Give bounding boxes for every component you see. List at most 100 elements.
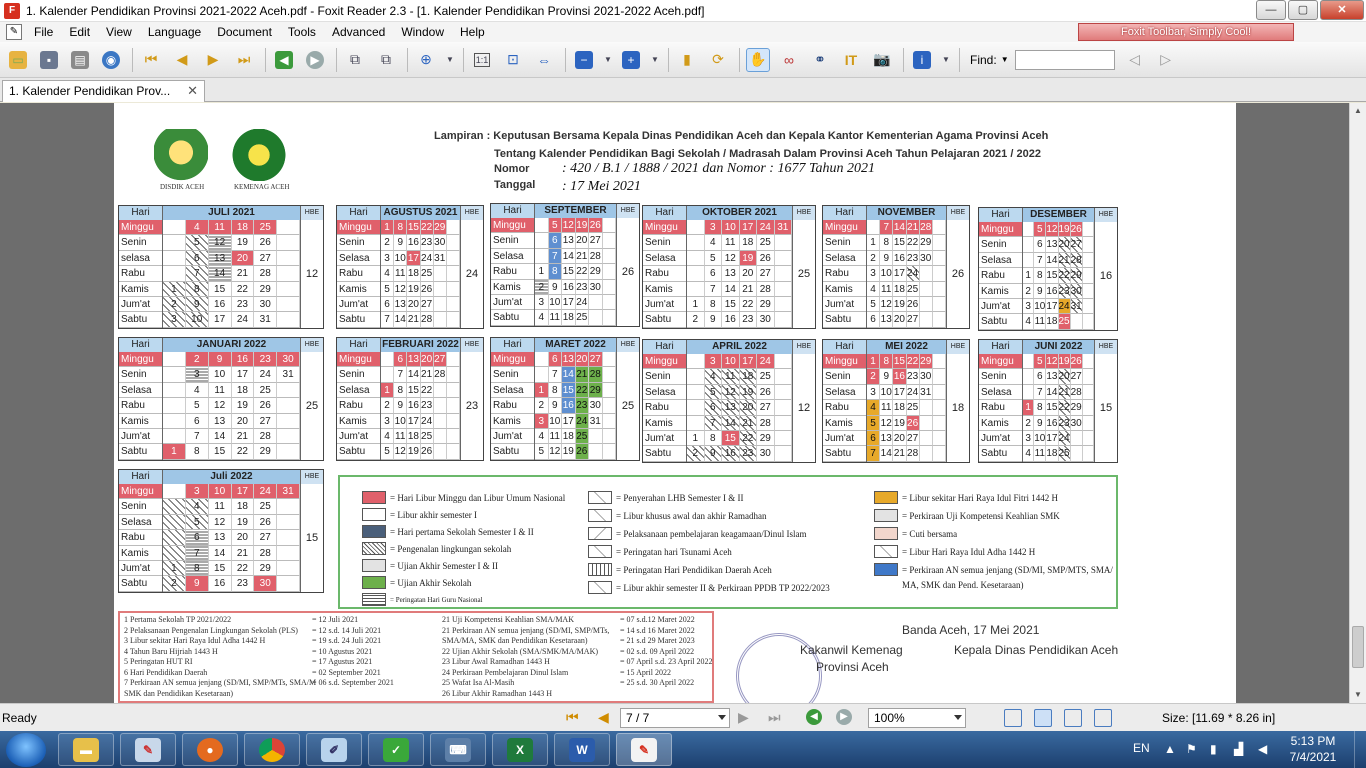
continuous-facing-view-button[interactable] <box>1094 709 1112 727</box>
menu-file[interactable]: File <box>26 25 61 39</box>
single-page-view-button[interactable] <box>1004 709 1022 727</box>
prev-page-button[interactable]: ◀ <box>170 48 194 72</box>
rotate-view-button[interactable]: ⟳ <box>706 48 730 72</box>
restore-button[interactable]: ▢ <box>1288 0 1318 20</box>
bookmarks-button[interactable]: ▮ <box>675 48 699 72</box>
vertical-scrollbar[interactable]: ▲ ▼ <box>1349 103 1366 703</box>
next-page-nav-icon[interactable]: ▶ <box>738 709 749 726</box>
zoom-tool-dropdown[interactable]: ▼ <box>445 48 455 72</box>
text-select-button[interactable]: IT <box>839 48 863 72</box>
language-indicator[interactable]: EN <box>1133 741 1150 755</box>
info-dropdown[interactable]: ▼ <box>941 48 951 72</box>
taskbar-keyboard[interactable]: ⌨ <box>430 733 486 766</box>
continuous-view-button[interactable] <box>1034 709 1052 727</box>
find-options-dropdown[interactable]: ▼ <box>1001 55 1009 64</box>
menu-advanced[interactable]: Advanced <box>324 25 393 39</box>
zoom-out-button[interactable]: − <box>572 48 596 72</box>
battery-icon[interactable]: ▮ <box>1210 742 1217 756</box>
save-button[interactable]: ▪ <box>37 48 61 72</box>
foxit-toolbar-promo[interactable]: Foxit Toolbar, Simply Cool! <box>1078 23 1294 41</box>
find-next-button[interactable]: ▷ <box>1154 48 1178 72</box>
menu-language[interactable]: Language <box>140 25 209 39</box>
taskbar-paint[interactable]: ✎ <box>120 733 176 766</box>
info-button[interactable]: i <box>910 48 934 72</box>
taskbar-foxit[interactable]: ✎ <box>616 733 672 766</box>
first-page-button[interactable]: ⏮ <box>139 48 163 72</box>
taskbar-chrome[interactable] <box>244 733 300 766</box>
print-button[interactable]: ▤ <box>68 48 92 72</box>
taskbar-excel[interactable]: X <box>492 733 548 766</box>
volume-icon[interactable]: ◀ <box>1258 742 1267 756</box>
zoom-out-dropdown[interactable]: ▼ <box>603 48 613 72</box>
actual-size-button[interactable]: 1:1 <box>470 48 494 72</box>
date-cell: 2 <box>687 312 705 328</box>
legend-text: = Penyerahan LHB Semester I & II <box>616 492 744 503</box>
taskbar-green-app[interactable]: ✓ <box>368 733 424 766</box>
last-page-button[interactable]: ⏭ <box>232 48 256 72</box>
find-input[interactable] <box>1014 49 1115 70</box>
menu-tools[interactable]: Tools <box>280 25 324 39</box>
prev-page-nav-icon[interactable]: ◀ <box>598 709 609 726</box>
minimize-button[interactable]: — <box>1256 0 1286 20</box>
month-name: SEPTEMBER 2021 <box>535 204 617 230</box>
scroll-up-icon[interactable]: ▲ <box>1350 103 1366 119</box>
document-view[interactable]: DISDIK ACEH KEMENAG ACEH Lampiran : Kepu… <box>0 103 1366 703</box>
find-tool-button[interactable]: ⚭ <box>808 48 832 72</box>
month-table: Hari JANUARI 2022 HBE Minggu Senin Selasa Rabu… <box>118 337 324 461</box>
tray-expand-icon[interactable]: ▲ <box>1164 742 1176 756</box>
back-nav-icon[interactable]: ◀ <box>806 709 822 725</box>
signal-icon[interactable]: ▟ <box>1234 742 1243 756</box>
open-button[interactable]: ▭ <box>6 48 30 72</box>
fit-width-button[interactable]: ⇔ <box>532 48 556 72</box>
next-page-button[interactable]: ▶ <box>201 48 225 72</box>
reading-button[interactable]: ∞ <box>777 48 801 72</box>
taskbar-notes[interactable]: ✐ <box>306 733 362 766</box>
web-button[interactable]: ◉ <box>99 48 123 72</box>
close-button[interactable]: ✕ <box>1320 0 1364 20</box>
facing-view-button[interactable] <box>1064 709 1082 727</box>
menu-view[interactable]: View <box>98 25 140 39</box>
note-item: 26 Libur Akhir Ramadhan 1443 H <box>442 688 552 698</box>
show-desktop-button[interactable] <box>1354 731 1366 768</box>
zoom-level-text: 100% <box>874 711 905 725</box>
fit-page-button[interactable]: ⊡ <box>501 48 525 72</box>
rotate-right-button[interactable]: ⧉ <box>374 48 398 72</box>
day-name: Minggu <box>979 354 1022 370</box>
taskbar-word[interactable]: W <box>554 733 610 766</box>
scroll-down-icon[interactable]: ▼ <box>1350 687 1366 703</box>
windows-taskbar: ▬ ✎ ● ✐ ✓ ⌨ X W ✎ EN ▲ ⚑ ▮ ▟ ◀ 5:13 PM 7… <box>0 731 1366 768</box>
first-page-nav-icon[interactable]: ⏮ <box>566 709 579 726</box>
forward-button[interactable]: ▶ <box>303 48 327 72</box>
zoom-level-field[interactable]: 100% <box>868 708 966 728</box>
menu-window[interactable]: Window <box>393 25 452 39</box>
taskbar-explorer[interactable]: ▬ <box>58 733 114 766</box>
forward-nav-icon[interactable]: ▶ <box>836 709 852 725</box>
document-tab[interactable]: 1. Kalender Pendidikan Prov... ✕ <box>2 80 205 102</box>
rotate-left-button[interactable]: ⧉ <box>343 48 367 72</box>
menu-document[interactable]: Document <box>209 25 280 39</box>
snapshot-button[interactable]: 📷 <box>870 48 894 72</box>
info-icon: i <box>913 50 931 69</box>
close-tab-icon[interactable]: ✕ <box>187 84 198 99</box>
taskbar-firefox[interactable]: ● <box>182 733 238 766</box>
zoom-in-button[interactable]: + <box>619 48 643 72</box>
menu-edit[interactable]: Edit <box>61 25 98 39</box>
menu-help[interactable]: Help <box>452 25 493 39</box>
tanggal-label: Tanggal <box>494 179 536 191</box>
zoom-tool-button[interactable]: ⊕ <box>414 48 438 72</box>
day-name: Minggu <box>119 352 162 368</box>
start-button[interactable] <box>6 733 46 767</box>
system-clock[interactable]: 5:13 PM 7/4/2021 <box>1283 733 1343 765</box>
page-number-field[interactable]: 7 / 7 <box>620 708 730 728</box>
date-cell: 17 <box>562 413 576 429</box>
zoom-in-dropdown[interactable]: ▼ <box>650 48 660 72</box>
action-center-icon[interactable]: ⚑ <box>1186 742 1197 756</box>
hand-tool-button[interactable]: ✋ <box>746 47 770 72</box>
find-prev-button[interactable]: ◁ <box>1123 48 1147 72</box>
back-button[interactable]: ◀ <box>272 48 296 72</box>
day-name: Kamis <box>979 416 1022 431</box>
scroll-thumb[interactable] <box>1352 626 1364 668</box>
last-page-nav-icon[interactable]: ⏭ <box>768 709 781 726</box>
document-menu-icon[interactable]: ✎ <box>6 24 22 40</box>
foxit-app-icon[interactable]: F <box>4 2 20 19</box>
